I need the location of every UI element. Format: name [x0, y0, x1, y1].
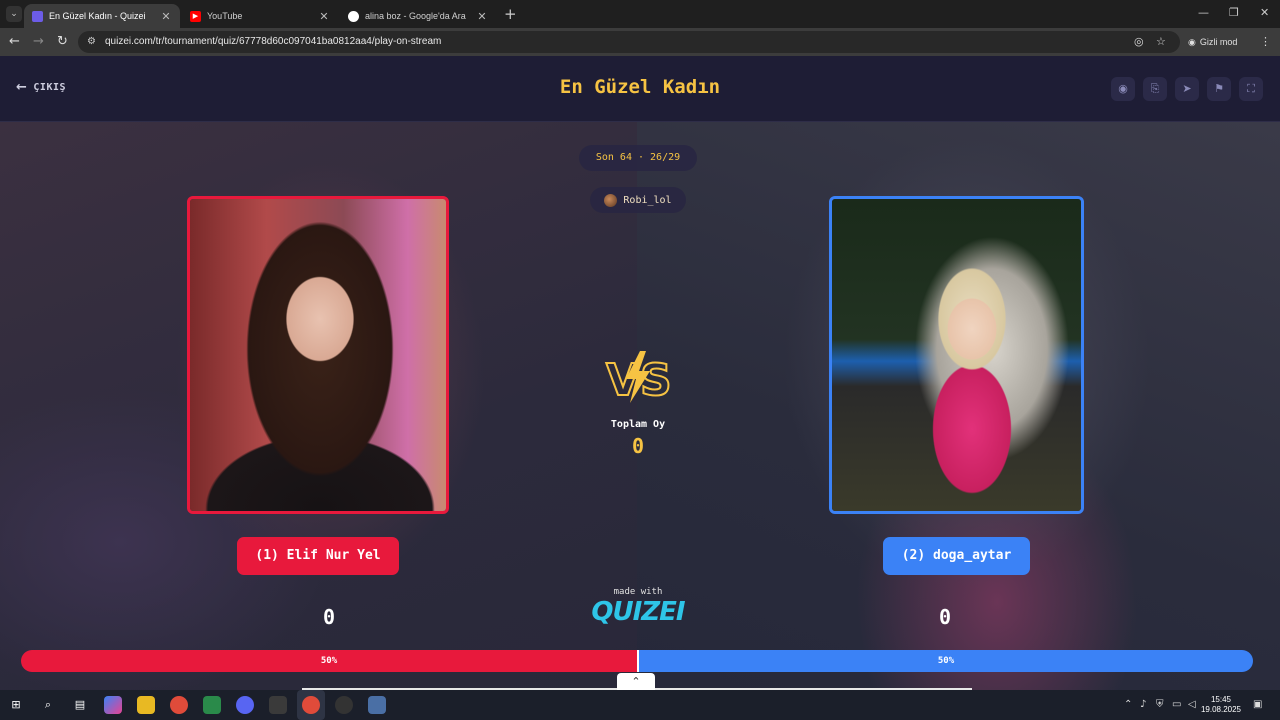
vote-bar-right: 50%: [637, 650, 1253, 672]
round-indicator: Son 64 · 26/29: [579, 145, 697, 171]
google-favicon-icon: [348, 10, 359, 22]
contestant-card-right[interactable]: [829, 196, 1084, 514]
browser-menu-icon[interactable]: ⋮: [1260, 35, 1271, 48]
close-tab-icon[interactable]: ✕: [318, 10, 330, 23]
file-explorer-icon[interactable]: [137, 696, 155, 714]
windows-start-icon[interactable]: ⊞: [7, 696, 25, 714]
site-info-icon[interactable]: ⚙: [87, 36, 96, 47]
task-view-icon[interactable]: ▤: [71, 696, 89, 714]
bookmark-star-icon[interactable]: ☆: [1156, 35, 1166, 48]
browser-tab-bar: ⌄ En Güzel Kadın - Quizei ✕ ▶ YouTube ✕ …: [0, 0, 1280, 28]
browser-address-bar: ← → ↻ ⚙ quizei.com/tr/tournament/quiz/67…: [0, 28, 1280, 56]
microphone-icon[interactable]: ♪: [1140, 699, 1146, 710]
copilot-icon[interactable]: [104, 696, 122, 714]
arrow-left-icon: ←: [16, 80, 28, 95]
vote-count-right: 0: [938, 605, 952, 629]
fullscreen-icon[interactable]: ⛶: [1239, 77, 1263, 101]
streamer-badge: Robi_lol: [590, 187, 686, 213]
made-with-label: made with: [613, 587, 663, 597]
youtube-favicon-icon: ▶: [190, 10, 201, 22]
close-window-icon[interactable]: ✕: [1260, 6, 1269, 19]
volume-icon[interactable]: ◁: [1188, 699, 1196, 710]
new-tab-icon[interactable]: +: [504, 5, 517, 23]
tracking-hidden-icon[interactable]: ◎: [1134, 35, 1144, 48]
obs-icon[interactable]: [335, 696, 353, 714]
close-tab-icon[interactable]: ✕: [160, 10, 172, 23]
vote-button-right[interactable]: (2) doga_aytar: [883, 537, 1030, 575]
minimize-icon[interactable]: —: [1198, 6, 1209, 19]
contestant-photo-right: [832, 199, 1081, 511]
vs-logo-icon: VS: [605, 351, 672, 405]
discord-icon[interactable]: [236, 696, 254, 714]
url-input[interactable]: ⚙ quizei.com/tr/tournament/quiz/67778d60…: [78, 31, 1180, 53]
chevron-up-icon[interactable]: ⌃: [617, 673, 655, 690]
taskbar-clock[interactable]: 15:45 19.08.2025: [1198, 695, 1244, 715]
share-icon[interactable]: ⎘: [1143, 77, 1167, 101]
app-icon-blue[interactable]: [368, 696, 386, 714]
browser-tab-youtube[interactable]: ▶ YouTube ✕: [182, 4, 338, 28]
reload-icon[interactable]: ↻: [57, 34, 68, 49]
vote-button-left[interactable]: (1) Elif Nur Yel: [237, 537, 399, 575]
tab-search-button[interactable]: ⌄: [6, 6, 22, 22]
browser-tab-google[interactable]: alina boz - Google'da Ara ✕: [340, 4, 496, 28]
app-icon-dark[interactable]: [269, 696, 287, 714]
flag-icon[interactable]: ⚑: [1207, 77, 1231, 101]
tray-chevron-up-icon[interactable]: ⌃: [1124, 699, 1132, 710]
restore-icon[interactable]: ❐: [1229, 6, 1239, 19]
quiz-page: ← ÇIKIŞ En Güzel Kadın ◉ ⎘ ➤ ⚑ ⛶ Son 64 …: [0, 56, 1280, 690]
incognito-indicator[interactable]: ◉ Gizli mod: [1188, 32, 1237, 52]
contestant-card-left[interactable]: [187, 196, 449, 514]
quiz-header: ← ÇIKIŞ En Güzel Kadın ◉ ⎘ ➤ ⚑ ⛶: [0, 56, 1280, 122]
vote-count-left: 0: [322, 605, 336, 629]
security-icon[interactable]: ⛨: [1156, 699, 1164, 710]
app-icon-green[interactable]: [203, 696, 221, 714]
os-taskbar: ⊞ ⌕ ▤ ⌃ ♪ ⛨ ▭ ◁ 15:45 19.08.2025 ▣: [0, 690, 1280, 720]
quizei-logo[interactable]: QUIZEI: [588, 597, 688, 627]
total-votes-value: 0: [631, 434, 645, 458]
browser-tab-quizei[interactable]: En Güzel Kadın - Quizei ✕: [24, 4, 180, 28]
exit-button[interactable]: ← ÇIKIŞ: [16, 80, 66, 95]
incognito-icon: ◉: [1188, 36, 1196, 47]
chrome-active-icon[interactable]: [302, 696, 320, 714]
total-votes-label: Toplam Oy: [610, 419, 666, 430]
search-icon[interactable]: ⌕: [39, 696, 57, 714]
page-title: En Güzel Kadın: [559, 76, 721, 98]
vote-bar-left: 50%: [21, 650, 637, 672]
avatar: [604, 193, 618, 207]
notifications-icon[interactable]: ▣: [1253, 699, 1262, 710]
contestant-photo-left: [190, 199, 446, 511]
network-icon[interactable]: ▭: [1172, 699, 1181, 710]
vote-split-bar: 50% 50%: [21, 650, 1253, 672]
forward-icon[interactable]: →: [33, 34, 44, 49]
send-icon[interactable]: ➤: [1175, 77, 1199, 101]
eye-icon[interactable]: ◉: [1111, 77, 1135, 101]
close-tab-icon[interactable]: ✕: [476, 10, 488, 23]
back-icon[interactable]: ←: [9, 34, 20, 49]
chrome-icon[interactable]: [170, 696, 188, 714]
quizei-favicon-icon: [32, 10, 43, 22]
